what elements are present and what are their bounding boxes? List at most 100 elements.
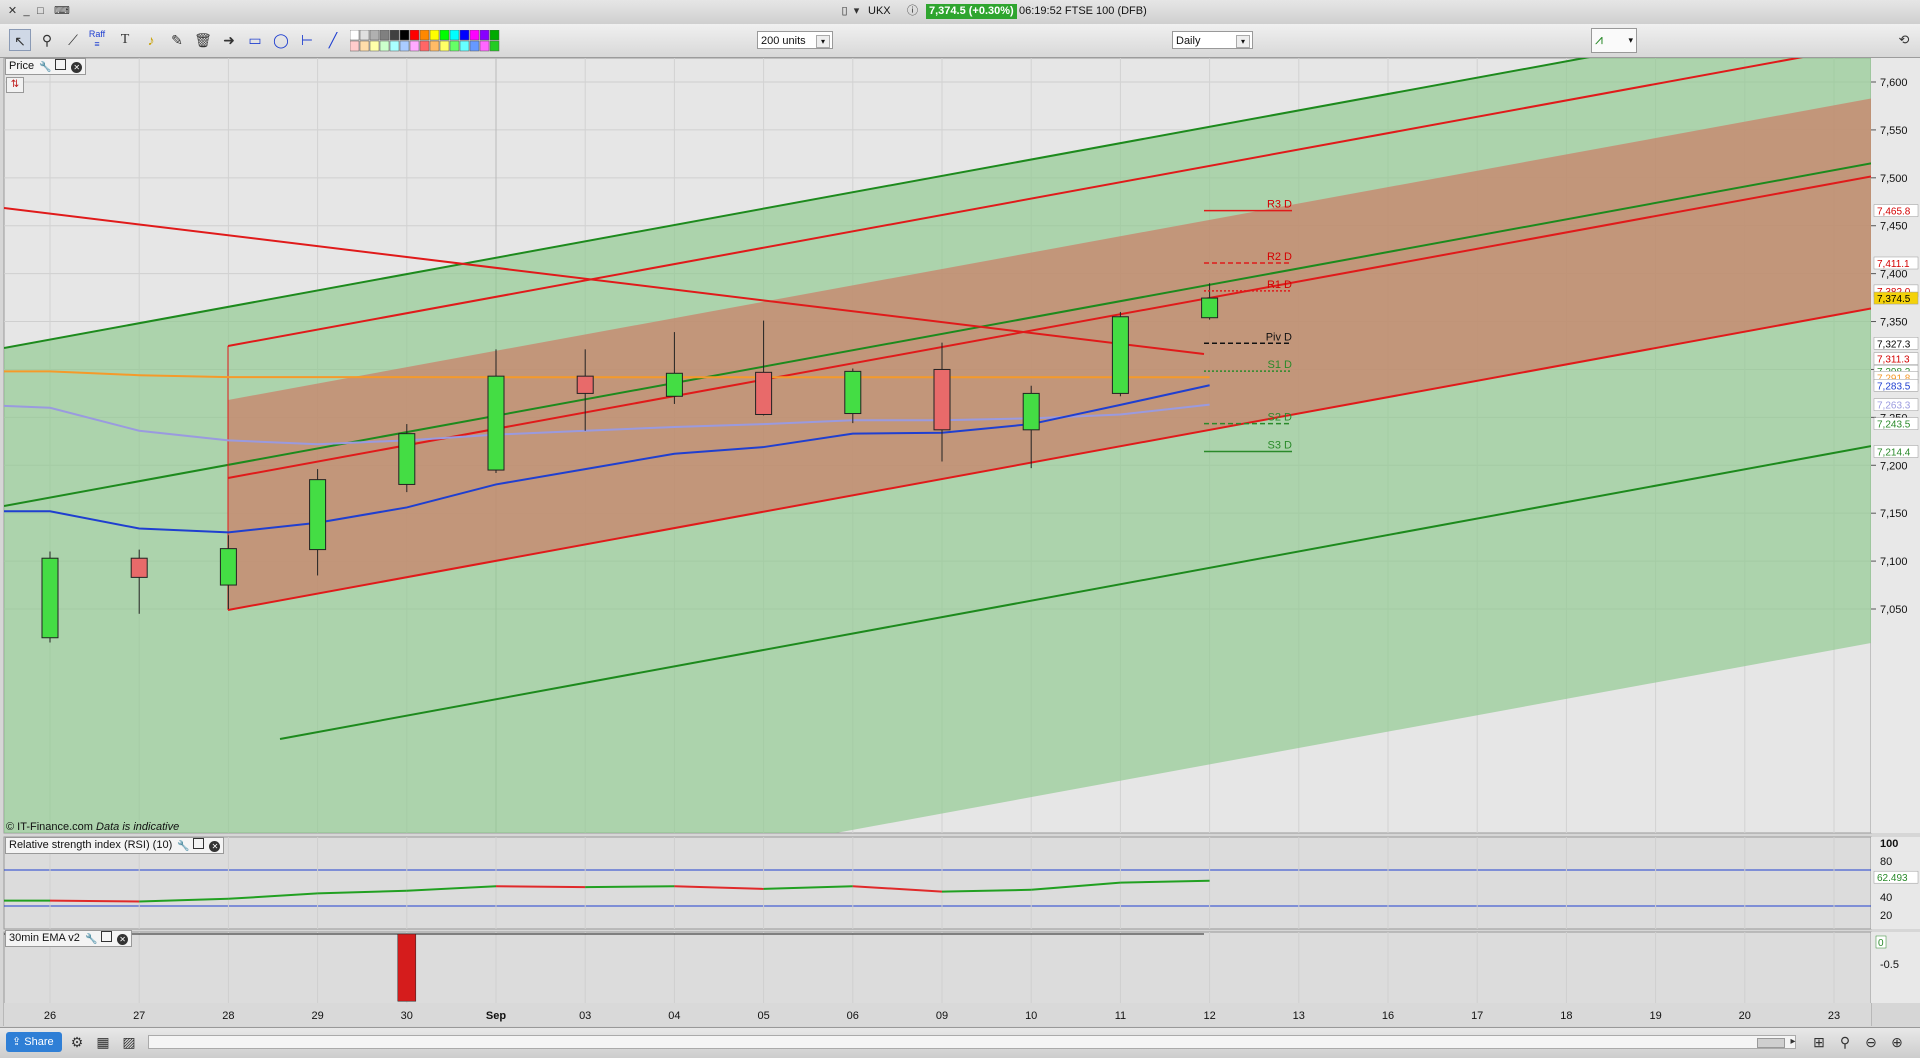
raff-tool[interactable]: Raff ≡ [86,29,108,51]
units-select[interactable]: 200 units ▾ [757,31,833,49]
rsi-panel [3,836,1872,930]
trend-line-icon[interactable]: ╱ [322,29,344,51]
price-tick-label: 7,550 [1880,125,1908,137]
color-swatch [459,30,470,41]
ema-label-text: 30min EMA v2 [9,932,80,944]
rsi-segment [585,885,675,889]
chart-style-button[interactable]: ⩘ ▾ [1591,28,1637,53]
x-tick-label: 05 [757,1010,769,1022]
chart-toolbar: ↖ ⚲ ⟋ Raff ≡ T ♪ ✎ 🗑 ➜ ▭ ◯ ⊢ ╱ 200 units … [0,24,1920,58]
pivot-label: S1 D [1268,359,1293,371]
pivot-label: Piv D [1266,331,1292,343]
price-tick-label: 7,150 [1880,508,1908,520]
x-tick-label: 18 [1560,1010,1572,1022]
color-swatch [359,30,370,41]
zoom-fit-icon[interactable]: ⚲ [1834,1031,1856,1053]
trash-icon[interactable]: 🗑 [192,29,214,51]
color-swatch [350,40,360,52]
color-swatch [389,40,400,52]
refresh-icon[interactable]: ⟲ [1893,29,1915,51]
x-tick-label: 17 [1471,1010,1483,1022]
price-tick-label: 7,050 [1880,604,1908,616]
info-icon[interactable]: ⓘ [906,5,919,18]
rsi-value-text: 62.493 [1877,873,1908,884]
alert-bell-icon[interactable]: ♪ [140,29,162,51]
arrow-tool-icon[interactable]: ➜ [218,29,240,51]
pointer-tool-icon[interactable]: ↖ [9,29,31,51]
price-tick-label: 7,100 [1880,556,1908,568]
wrench-icon[interactable]: 🔧 [85,934,97,945]
pivot-label: R1 D [1267,279,1292,291]
x-tick-label: 04 [668,1010,680,1022]
zoom-in-icon[interactable]: ⊕ [1886,1031,1908,1053]
eraser-icon[interactable]: ✎ [166,29,188,51]
wrench-icon[interactable]: 🔧 [177,841,189,852]
line-tool-icon[interactable]: ⟋ [62,29,84,51]
settings-icon[interactable]: ⚙ [66,1031,88,1053]
minimize-window-icon[interactable]: _ [20,5,33,18]
keyboard-icon[interactable]: ⌨ [54,5,70,18]
zoom-out-icon[interactable]: ⊖ [1860,1031,1882,1053]
scroll-right-icon[interactable]: ▸ [1782,1031,1804,1053]
bull-candle [309,479,327,551]
share-button[interactable]: ⇪ Share [6,1032,62,1052]
close-icon[interactable]: ✕ [117,934,129,945]
window-icon[interactable] [193,838,205,849]
chart-type-icon: ⩘ [1595,31,1603,47]
rsi-segment [49,899,140,903]
pivot-label: R3 D [1267,199,1292,211]
x-tick-label: 29 [311,1010,323,1022]
horizontal-scrollbar[interactable] [148,1035,1796,1049]
period-select[interactable]: Daily ▾ [1172,31,1253,49]
rectangle-tool-icon[interactable]: ▭ [244,29,266,51]
bear-candle [755,371,773,415]
value-tag-text: 7,311.3 [1877,355,1910,366]
x-tick-label: 20 [1739,1010,1751,1022]
bottom-bar: ⇪ Share ⚙ ▦ ▨ ◂ ▸ ⊞ ⚲ ⊖ ⊕ [0,1027,1920,1058]
symbol-label: UKX [868,5,891,17]
grid-icon[interactable]: ▦ [92,1031,114,1053]
zoom-tool-icon[interactable]: ⚲ [36,29,58,51]
ellipse-tool-icon[interactable]: ◯ [270,29,292,51]
rsi-label-text: Relative strength index (RSI) (10) [9,839,173,851]
price-tick-label: 7,500 [1880,173,1908,185]
close-icon[interactable]: ✕ [209,841,221,852]
share-icon: ⇪ [12,1036,25,1048]
window-icon[interactable] [101,931,113,942]
color-swatch [409,30,420,41]
rsi-tick-label: 20 [1880,910,1892,922]
color-swatch [359,40,370,52]
close-window-icon[interactable]: ✕ [6,5,19,18]
rsi-tick-label: 100 [1880,838,1898,850]
horizontal-line-icon[interactable]: ⊢ [296,29,318,51]
color-swatch [379,30,390,41]
x-tick-label: 30 [401,1010,413,1022]
bear-candle [933,368,951,431]
color-swatch [419,30,430,41]
chevron-down-icon[interactable]: ▾ [850,5,863,18]
x-tick-label: 03 [579,1010,591,1022]
color-swatch [469,30,480,41]
value-tag-text: 7,263.3 [1877,401,1911,412]
chart-area[interactable]: R3 D R2 D R1 D Piv D S1 D S2 D S3 D 7,600 7,550… [0,58,1920,1026]
close-icon[interactable]: ✕ [71,62,83,73]
value-tag-text: 7,243.5 [1877,420,1911,431]
color-swatch [489,40,500,52]
add-chart-icon[interactable]: ⊞ [1808,1031,1830,1053]
color-swatch [379,40,390,52]
image-icon[interactable]: ▨ [118,1031,140,1053]
color-swatch [459,40,470,52]
value-tag-text: 7,465.8 [1877,207,1911,218]
scroll-thumb[interactable] [1757,1038,1785,1048]
color-palette[interactable] [350,30,504,52]
bull-candle [1022,392,1040,431]
wrench-icon[interactable]: 🔧 [39,62,51,73]
x-tick-label: 11 [1115,1010,1126,1022]
ema-bar [397,933,417,1002]
swap-icon[interactable]: ⇅ [6,77,24,93]
window-icon[interactable] [55,59,67,70]
x-tick-label: 16 [1382,1010,1394,1022]
text-tool-icon[interactable]: T [114,29,136,51]
rsi-segment [495,885,586,889]
restore-window-icon[interactable]: □ [34,5,47,18]
